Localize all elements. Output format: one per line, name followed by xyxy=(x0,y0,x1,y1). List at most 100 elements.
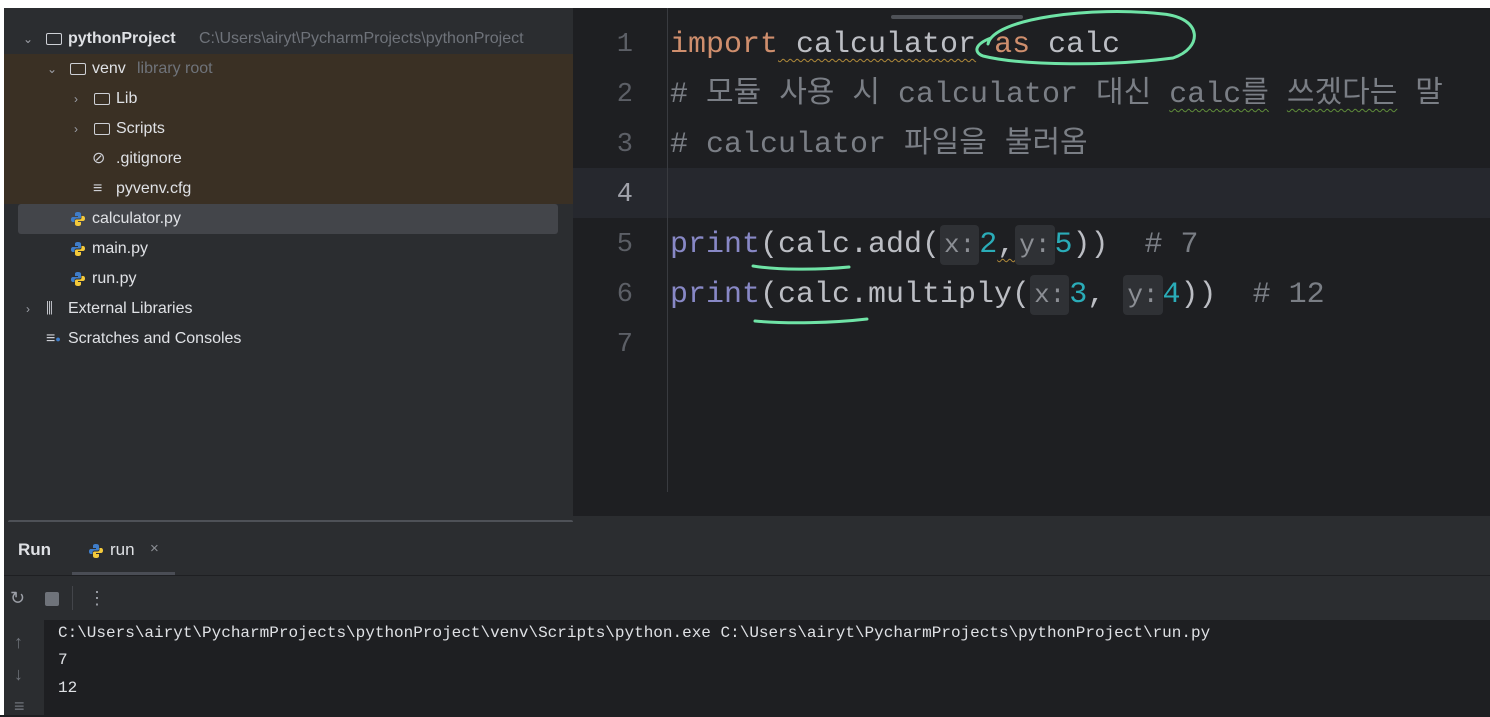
console-output[interactable]: C:\Users\airyt\PycharmProjects\pythonPro… xyxy=(44,620,1490,715)
folder-icon xyxy=(70,54,86,84)
comment-part: # 모듈 사용 시 calculator 대신 xyxy=(670,78,1170,112)
tree-item-label: .gitignore xyxy=(116,150,182,167)
rerun-icon[interactable]: ↻ xyxy=(10,588,25,609)
text-file-icon: ≡ xyxy=(93,180,103,197)
line-comment: # 12 xyxy=(1216,278,1325,312)
tree-item-label: Lib xyxy=(116,90,138,107)
tab-label: run xyxy=(110,540,135,559)
tree-item-label: pyvenv.cfg xyxy=(116,180,192,197)
keyword-as: as xyxy=(976,28,1031,62)
line-number: 7 xyxy=(616,330,633,360)
ignored-file-icon: ⊘ xyxy=(92,150,106,167)
code-line-5: print(calc.add(x: 2, y: 5)) # 7 xyxy=(670,220,1199,270)
call-text: (calc.multiply( xyxy=(760,278,1031,312)
inlay-hint-y: y: xyxy=(1015,225,1055,265)
chevron-right-icon[interactable]: › xyxy=(70,114,82,144)
tree-item-gitignore[interactable]: ⊘ .gitignore xyxy=(4,144,573,174)
tree-item-label: venv xyxy=(92,60,126,77)
tree-item-hint: library root xyxy=(137,60,213,77)
arg-value: 4 xyxy=(1162,278,1181,312)
run-tool-window: Run run × ↻ ⋮ ↑ ↓ ≡ C:\Users\airyt\Pycha… xyxy=(0,522,1490,717)
folder-icon xyxy=(94,114,110,144)
tree-item-label: External Libraries xyxy=(68,300,193,317)
tree-item-pyvenv[interactable]: ≡ pyvenv.cfg xyxy=(4,174,573,204)
code-line-1: import calculator as calc xyxy=(670,20,1120,70)
tab-run[interactable]: run × xyxy=(72,530,174,574)
call-text: (calc.add( xyxy=(760,228,941,262)
tree-item-label: main.py xyxy=(92,240,149,257)
python-file-icon xyxy=(70,234,86,264)
line-number: 3 xyxy=(616,130,633,160)
line-number: 6 xyxy=(616,280,633,310)
gutter-divider xyxy=(667,8,668,492)
project-tree-panel: ⌄ pythonProject C:\Users\airyt\PycharmPr… xyxy=(4,8,573,522)
line-number: 1 xyxy=(616,30,633,60)
stop-icon[interactable] xyxy=(45,592,59,606)
toolbar-divider xyxy=(72,586,73,610)
call-close: )) xyxy=(1180,278,1217,312)
scroll-down-icon[interactable]: ↓ xyxy=(14,664,23,685)
editor-scroll-thumb[interactable] xyxy=(891,15,1023,19)
run-toolbar: ↻ ⋮ xyxy=(0,575,1490,621)
scratches-icon: ≡● xyxy=(46,330,61,347)
tree-item-path: C:\Users\airyt\PycharmProjects\pythonPro… xyxy=(199,30,524,47)
tree-item-venv[interactable]: ⌄ venv library root xyxy=(4,54,573,84)
tree-item-lib[interactable]: › Lib xyxy=(4,84,573,114)
folder-icon xyxy=(46,24,62,54)
line-number: 4 xyxy=(616,180,633,210)
inlay-hint-x: x: xyxy=(1030,275,1070,315)
tree-item-root[interactable]: ⌄ pythonProject C:\Users\airyt\PycharmPr… xyxy=(4,24,573,54)
tree-item-label: pythonProject xyxy=(68,30,176,47)
comma: , xyxy=(1087,278,1124,312)
keyword-import: import xyxy=(670,28,779,62)
tree-item-label: run.py xyxy=(92,270,137,287)
console-line: C:\Users\airyt\PycharmProjects\pythonPro… xyxy=(58,624,1211,642)
caret-row-highlight xyxy=(573,168,1490,218)
builtin-print: print xyxy=(670,278,761,312)
chevron-right-icon[interactable]: › xyxy=(22,294,34,324)
python-file-icon xyxy=(88,542,104,560)
builtin-print: print xyxy=(670,228,761,262)
inlay-hint-y: y: xyxy=(1123,275,1163,315)
tree-item-label: calculator.py xyxy=(92,210,181,227)
soft-wrap-icon[interactable]: ≡ xyxy=(14,696,25,717)
line-number: 5 xyxy=(616,230,633,260)
inlay-hint-x: x: xyxy=(940,225,980,265)
left-border xyxy=(0,0,4,715)
console-side-toolbar: ↑ ↓ ≡ xyxy=(0,620,44,717)
comment-part: calc를 xyxy=(1169,78,1269,112)
arg-value: 3 xyxy=(1069,278,1088,312)
folder-icon xyxy=(94,84,110,114)
library-icon: ⫼ xyxy=(46,300,53,317)
code-line-6: print(calc.multiply(x: 3, y: 4)) # 12 xyxy=(670,270,1325,320)
scroll-up-icon[interactable]: ↑ xyxy=(14,632,23,653)
tree-item-external-libraries[interactable]: › ⫼ External Libraries xyxy=(4,294,573,324)
tree-item-scripts[interactable]: › Scripts xyxy=(4,114,573,144)
tree-item-label: Scripts xyxy=(116,120,165,137)
arg-value: 5 xyxy=(1054,228,1073,262)
tree-item-label: Scratches and Consoles xyxy=(68,330,242,347)
code-editor[interactable]: 1 2 3 4 5 6 7 import calculator as calc … xyxy=(573,8,1490,522)
comment-part: 쓰겠다는 xyxy=(1286,78,1398,112)
code-line-2: # 모듈 사용 시 calculator 대신 calc를 쓰겠다는 말 xyxy=(670,70,1443,120)
close-icon[interactable]: × xyxy=(150,540,159,557)
tree-item-calculator[interactable]: calculator.py xyxy=(4,204,573,234)
chevron-right-icon[interactable]: › xyxy=(70,84,82,114)
tree-item-main[interactable]: main.py xyxy=(4,234,573,264)
chevron-down-icon[interactable]: ⌄ xyxy=(22,24,34,54)
chevron-down-icon[interactable]: ⌄ xyxy=(46,54,58,84)
python-file-icon xyxy=(70,204,86,234)
comment-part xyxy=(1269,78,1287,112)
more-icon[interactable]: ⋮ xyxy=(88,588,106,609)
console-line: 12 xyxy=(58,679,78,697)
code-line-3: # calculator 파일을 불러옴 xyxy=(670,128,1088,162)
tree-item-scratches[interactable]: ≡● Scratches and Consoles xyxy=(4,324,573,354)
top-border xyxy=(0,0,1490,8)
line-number: 2 xyxy=(616,80,633,110)
tree-item-run[interactable]: run.py xyxy=(4,264,573,294)
console-line: 7 xyxy=(58,651,68,669)
run-panel-title: Run xyxy=(18,540,52,559)
python-file-icon xyxy=(70,264,86,294)
comma: , xyxy=(997,228,1016,262)
call-close: )) xyxy=(1072,228,1109,262)
